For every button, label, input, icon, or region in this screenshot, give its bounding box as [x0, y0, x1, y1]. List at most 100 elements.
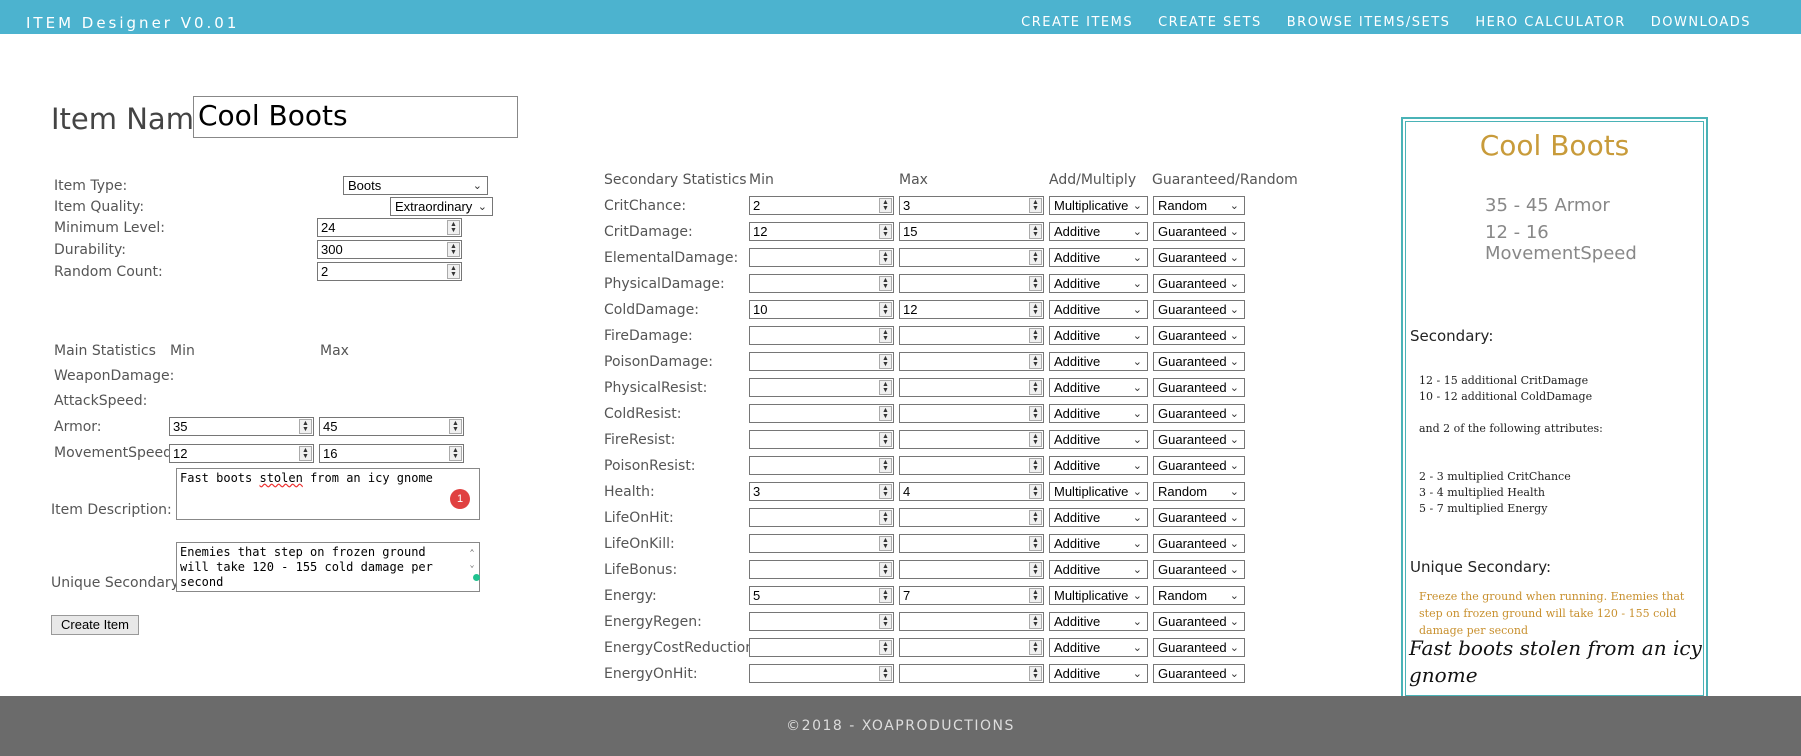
crit-chance-max-input[interactable]: 3 ▲ ▼ [899, 196, 1044, 215]
health-operation-select[interactable]: Multiplicative ⌄ [1049, 482, 1148, 501]
cold-resist-guarantee-select[interactable]: Guaranteed ⌄ [1153, 404, 1245, 423]
spinner-icon[interactable]: ▲ ▼ [879, 302, 892, 317]
energy-regen-guarantee-select[interactable]: Guaranteed ⌄ [1153, 612, 1245, 631]
energy-regen-min-input[interactable]: ▲ ▼ [749, 612, 894, 631]
spinner-icon[interactable]: ▲ ▼ [879, 614, 892, 629]
crit-chance-operation-select[interactable]: Multiplicative ⌄ [1049, 196, 1148, 215]
nav-create-sets[interactable]: CREATE SETS [1158, 15, 1262, 30]
fire-damage-max-input[interactable]: ▲ ▼ [899, 326, 1044, 345]
spinner-icon[interactable]: ▲ ▼ [1029, 458, 1042, 473]
unique-secondary-textarea[interactable]: Enemies that step on frozen ground will … [176, 542, 480, 592]
spinner-icon[interactable]: ▲ ▼ [1029, 640, 1042, 655]
cold-resist-operation-select[interactable]: Additive ⌄ [1049, 404, 1148, 423]
spinner-icon[interactable]: ▲ ▼ [1029, 276, 1042, 291]
spinner-icon[interactable]: ▲ ▼ [1029, 588, 1042, 603]
energy-cost-reduction-guarantee-select[interactable]: Guaranteed ⌄ [1153, 638, 1245, 657]
spinner-icon[interactable]: ▲ ▼ [1029, 224, 1042, 239]
elemental-damage-min-input[interactable]: ▲ ▼ [749, 248, 894, 267]
life-on-hit-max-input[interactable]: ▲ ▼ [899, 508, 1044, 527]
physical-damage-max-input[interactable]: ▲ ▼ [899, 274, 1044, 293]
poison-damage-guarantee-select[interactable]: Guaranteed ⌄ [1153, 352, 1245, 371]
spinner-icon[interactable]: ▲ ▼ [1029, 536, 1042, 551]
nav-hero-calculator[interactable]: HERO CALCULATOR [1475, 15, 1625, 30]
spinner-icon[interactable]: ▲ ▼ [1029, 614, 1042, 629]
energy-min-input[interactable]: 5 ▲ ▼ [749, 586, 894, 605]
spinner-icon[interactable]: ▲ ▼ [879, 510, 892, 525]
item-type-select[interactable]: Boots ⌄ [343, 176, 488, 195]
poison-resist-guarantee-select[interactable]: Guaranteed ⌄ [1153, 456, 1245, 475]
life-on-hit-min-input[interactable]: ▲ ▼ [749, 508, 894, 527]
item-name-input[interactable]: Cool Boots [193, 96, 518, 138]
cold-resist-max-input[interactable]: ▲ ▼ [899, 404, 1044, 423]
fire-damage-operation-select[interactable]: Additive ⌄ [1049, 326, 1148, 345]
elemental-damage-max-input[interactable]: ▲ ▼ [899, 248, 1044, 267]
fire-resist-max-input[interactable]: ▲ ▼ [899, 430, 1044, 449]
item-quality-select[interactable]: Extraordinary ⌄ [390, 197, 493, 216]
spinner-icon[interactable]: ▲ ▼ [879, 250, 892, 265]
spinner-icon[interactable]: ▲ ▼ [879, 458, 892, 473]
poison-resist-min-input[interactable]: ▲ ▼ [749, 456, 894, 475]
crit-damage-max-input[interactable]: 15 ▲ ▼ [899, 222, 1044, 241]
life-on-kill-guarantee-select[interactable]: Guaranteed ⌄ [1153, 534, 1245, 553]
physical-resist-min-input[interactable]: ▲ ▼ [749, 378, 894, 397]
spinner-icon[interactable]: ▲ ▼ [1029, 250, 1042, 265]
movement-speed-max-input[interactable]: 16 ▲ ▼ [319, 444, 464, 463]
spinner-icon[interactable]: ▲ ▼ [1029, 666, 1042, 681]
create-item-button[interactable]: Create Item [51, 615, 139, 635]
energy-cost-reduction-min-input[interactable]: ▲ ▼ [749, 638, 894, 657]
cold-resist-min-input[interactable]: ▲ ▼ [749, 404, 894, 423]
energy-regen-operation-select[interactable]: Additive ⌄ [1049, 612, 1148, 631]
spinner-icon[interactable]: ▲ ▼ [879, 198, 892, 213]
movement-speed-min-input[interactable]: 12 ▲ ▼ [169, 444, 314, 463]
spinner-icon[interactable]: ▲ ▼ [879, 406, 892, 421]
spinner-icon[interactable]: ▲ ▼ [1029, 302, 1042, 317]
energy-regen-max-input[interactable]: ▲ ▼ [899, 612, 1044, 631]
life-bonus-guarantee-select[interactable]: Guaranteed ⌄ [1153, 560, 1245, 579]
elemental-damage-guarantee-select[interactable]: Guaranteed ⌄ [1153, 248, 1245, 267]
poison-resist-max-input[interactable]: ▲ ▼ [899, 456, 1044, 475]
spinner-icon[interactable]: ▲ ▼ [879, 536, 892, 551]
spinner-icon[interactable]: ▲ ▼ [879, 640, 892, 655]
spinner-icon[interactable]: ▲ ▼ [879, 354, 892, 369]
spinner-icon[interactable]: ▲ ▼ [879, 328, 892, 343]
energy-max-input[interactable]: 7 ▲ ▼ [899, 586, 1044, 605]
spinner-icon[interactable]: ▲ ▼ [879, 432, 892, 447]
poison-resist-operation-select[interactable]: Additive ⌄ [1049, 456, 1148, 475]
spinner-icon[interactable]: ▲ ▼ [879, 276, 892, 291]
spinner-icon[interactable]: ▲ ▼ [1029, 562, 1042, 577]
poison-damage-max-input[interactable]: ▲ ▼ [899, 352, 1044, 371]
crit-damage-guarantee-select[interactable]: Guaranteed ⌄ [1153, 222, 1245, 241]
life-on-kill-operation-select[interactable]: Additive ⌄ [1049, 534, 1148, 553]
spinner-icon[interactable]: ▲ ▼ [1029, 484, 1042, 499]
spinner-icon[interactable]: ▲ ▼ [299, 419, 312, 434]
spinner-icon[interactable]: ▲ ▼ [449, 419, 462, 434]
cold-damage-max-input[interactable]: 12 ▲ ▼ [899, 300, 1044, 319]
health-min-input[interactable]: 3 ▲ ▼ [749, 482, 894, 501]
armor-min-input[interactable]: 35 ▲ ▼ [169, 417, 314, 436]
spinner-icon[interactable]: ▲ ▼ [1029, 354, 1042, 369]
poison-damage-operation-select[interactable]: Additive ⌄ [1049, 352, 1148, 371]
cold-damage-guarantee-select[interactable]: Guaranteed ⌄ [1153, 300, 1245, 319]
life-on-kill-max-input[interactable]: ▲ ▼ [899, 534, 1044, 553]
fire-damage-guarantee-select[interactable]: Guaranteed ⌄ [1153, 326, 1245, 345]
notification-badge[interactable]: 1 [450, 489, 470, 509]
cold-damage-min-input[interactable]: 10 ▲ ▼ [749, 300, 894, 319]
energy-on-hit-operation-select[interactable]: Additive ⌄ [1049, 664, 1148, 683]
spinner-icon[interactable]: ▲ ▼ [299, 446, 312, 461]
life-bonus-max-input[interactable]: ▲ ▼ [899, 560, 1044, 579]
fire-damage-min-input[interactable]: ▲ ▼ [749, 326, 894, 345]
spinner-icon[interactable]: ▲ ▼ [447, 220, 460, 235]
energy-operation-select[interactable]: Multiplicative ⌄ [1049, 586, 1148, 605]
physical-damage-guarantee-select[interactable]: Guaranteed ⌄ [1153, 274, 1245, 293]
min-level-input[interactable]: 24 ▲ ▼ [317, 218, 462, 237]
spinner-icon[interactable]: ▲ ▼ [449, 446, 462, 461]
health-max-input[interactable]: 4 ▲ ▼ [899, 482, 1044, 501]
elemental-damage-operation-select[interactable]: Additive ⌄ [1049, 248, 1148, 267]
crit-chance-guarantee-select[interactable]: Random ⌄ [1153, 196, 1245, 215]
life-on-kill-min-input[interactable]: ▲ ▼ [749, 534, 894, 553]
fire-resist-min-input[interactable]: ▲ ▼ [749, 430, 894, 449]
spinner-icon[interactable]: ▲ ▼ [447, 242, 460, 257]
physical-resist-guarantee-select[interactable]: Guaranteed ⌄ [1153, 378, 1245, 397]
spinner-icon[interactable]: ▲ ▼ [879, 562, 892, 577]
spinner-icon[interactable]: ▲ ▼ [879, 224, 892, 239]
